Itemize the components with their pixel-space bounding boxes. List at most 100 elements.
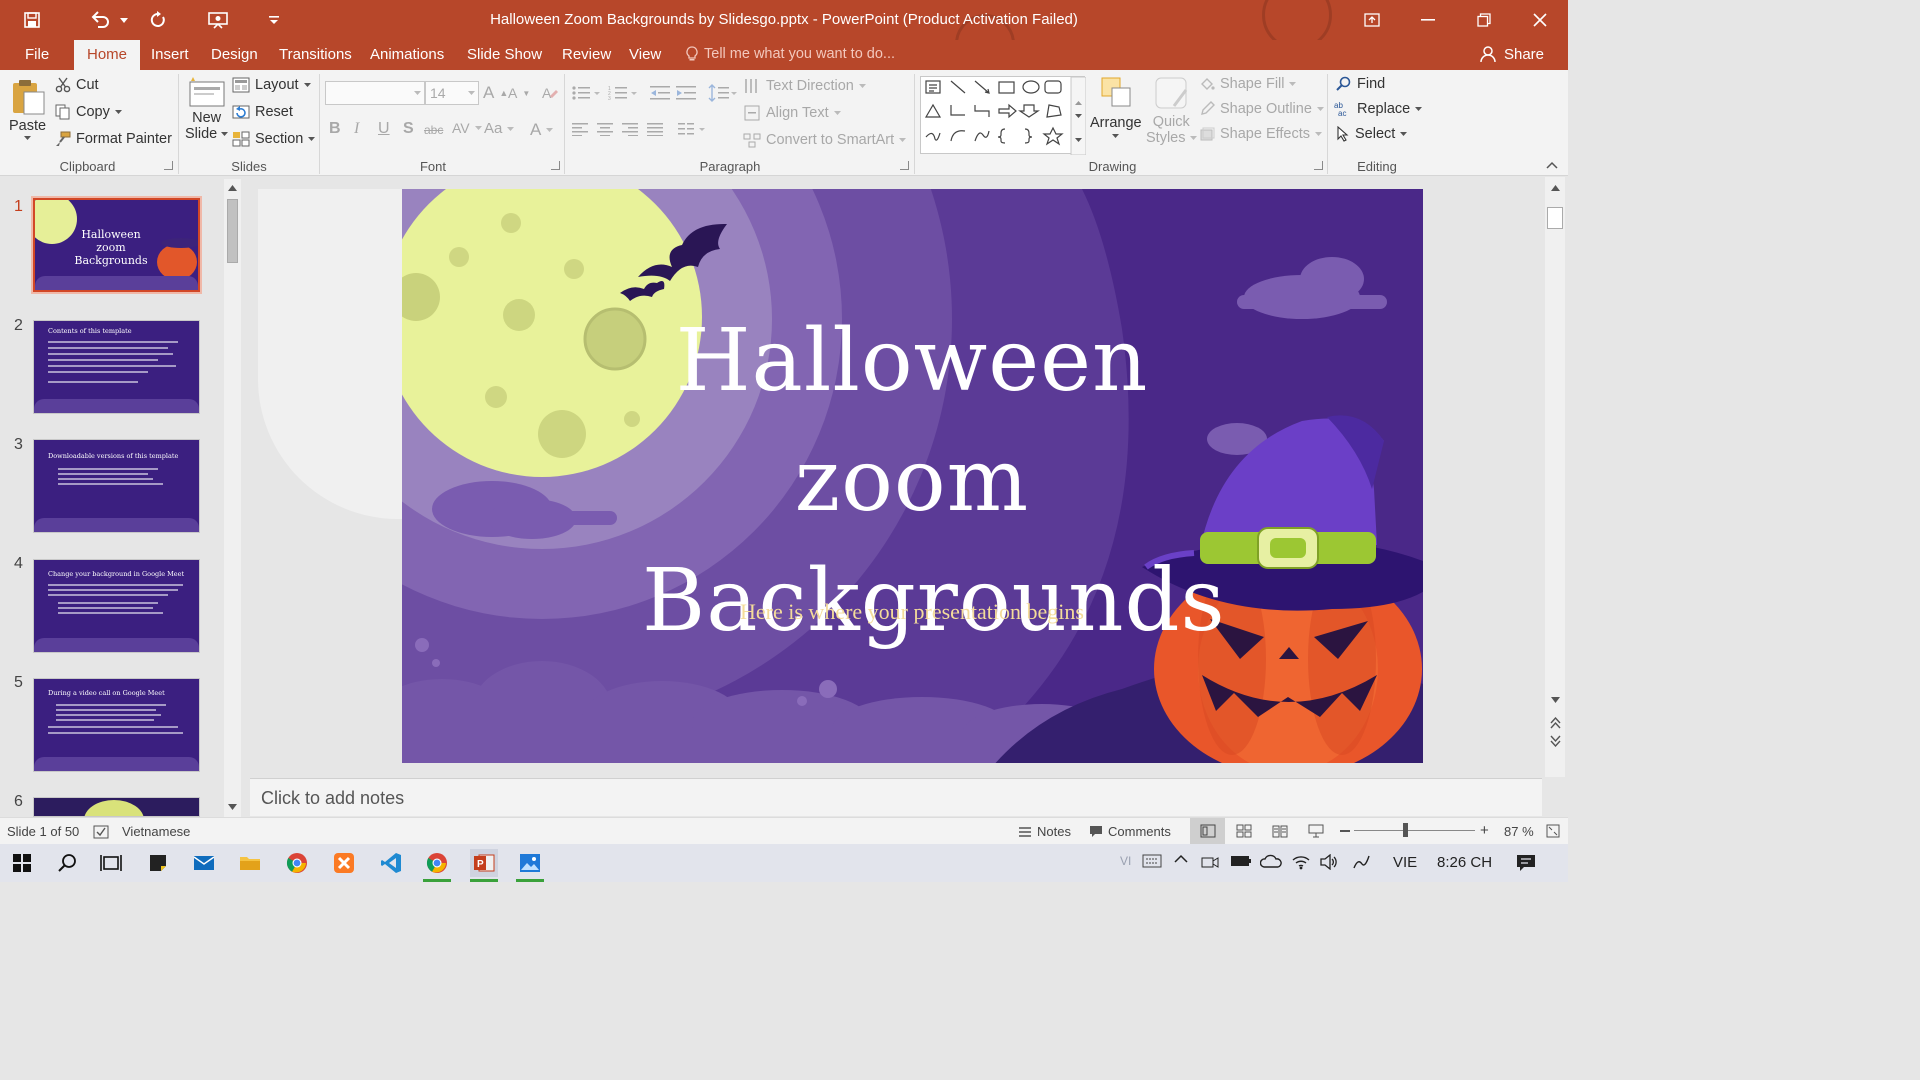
battery-icon[interactable] xyxy=(1230,854,1252,868)
thumbnail-slide-6[interactable] xyxy=(33,797,200,817)
sticky-notes-icon[interactable] xyxy=(144,849,172,877)
slide-counter[interactable]: Slide 1 of 50 xyxy=(7,824,79,839)
thumbnail-slide-2[interactable]: Contents of this template xyxy=(33,320,200,414)
notifications-icon[interactable] xyxy=(1516,854,1536,872)
mail-icon[interactable] xyxy=(190,849,218,877)
format-painter-button[interactable]: Format Painter xyxy=(55,131,172,147)
next-slide-icon[interactable] xyxy=(1550,735,1561,747)
tab-home[interactable]: Home xyxy=(74,40,141,70)
tell-me-box[interactable]: Tell me what you want to do... xyxy=(686,46,895,62)
increase-indent-icon[interactable] xyxy=(676,85,696,101)
xampp-icon[interactable] xyxy=(330,849,358,877)
shapes-gallery[interactable] xyxy=(920,76,1086,155)
justify-icon[interactable] xyxy=(647,122,663,136)
layout-button[interactable]: Layout xyxy=(232,77,311,93)
character-spacing-button[interactable]: AV xyxy=(452,120,482,136)
tab-review[interactable]: Review xyxy=(562,46,611,63)
columns-icon[interactable] xyxy=(678,122,706,136)
search-icon[interactable] xyxy=(53,849,81,877)
align-right-icon[interactable] xyxy=(622,122,638,136)
task-view-icon[interactable] xyxy=(97,849,125,877)
tab-transitions[interactable]: Transitions xyxy=(279,46,352,63)
drawing-launcher-icon[interactable] xyxy=(1314,161,1323,170)
reading-view-icon[interactable] xyxy=(1272,824,1288,838)
slide-scrollbar[interactable] xyxy=(1545,177,1565,777)
vscode-icon[interactable] xyxy=(377,849,405,877)
tab-insert[interactable]: Insert xyxy=(151,46,189,63)
notes-toggle-button[interactable]: Notes xyxy=(1018,824,1071,839)
font-name-combobox[interactable] xyxy=(325,81,425,105)
tab-file[interactable]: File xyxy=(25,46,49,63)
thumbnail-scrollbar[interactable] xyxy=(224,179,241,817)
notes-pane[interactable]: Click to add notes xyxy=(250,778,1542,816)
thumbnail-slide-4[interactable]: Change your background in Google Meet xyxy=(33,559,200,653)
ribbon-display-options-icon[interactable] xyxy=(1344,0,1400,40)
find-button[interactable]: Find xyxy=(1336,76,1385,92)
clock[interactable]: 8:26 CH xyxy=(1437,854,1492,871)
section-button[interactable]: Section xyxy=(232,131,316,147)
quick-styles-button[interactable]: Quick Styles xyxy=(1146,76,1197,146)
tab-view[interactable]: View xyxy=(629,46,661,63)
zoom-level[interactable]: 87 % xyxy=(1504,824,1534,839)
keyboard-icon[interactable] xyxy=(1142,854,1162,868)
align-center-icon[interactable] xyxy=(597,122,613,136)
pen-icon[interactable] xyxy=(1352,854,1372,870)
minimize-icon[interactable] xyxy=(1400,0,1456,40)
windows-start-icon[interactable] xyxy=(8,849,36,877)
new-slide-button[interactable]: New Slide xyxy=(185,76,229,142)
reset-button[interactable]: Reset xyxy=(232,104,293,120)
replace-button[interactable]: ab ac Replace xyxy=(1334,101,1423,117)
chrome-icon[interactable] xyxy=(283,849,311,877)
share-button[interactable]: Share xyxy=(1479,45,1544,63)
shape-outline-button[interactable]: Shape Outline xyxy=(1199,101,1324,117)
align-left-icon[interactable] xyxy=(572,122,588,136)
zoom-slider-thumb[interactable] xyxy=(1403,823,1408,837)
thumbnail-slide-3[interactable]: Downloadable versions of this template xyxy=(33,439,200,533)
powerpoint-icon[interactable]: P xyxy=(470,849,498,882)
strikethrough-button[interactable]: abc xyxy=(424,123,443,137)
zoom-out-icon[interactable] xyxy=(1340,830,1350,832)
paste-button[interactable]: Paste xyxy=(9,78,46,140)
shape-effects-button[interactable]: Shape Effects xyxy=(1199,126,1323,142)
volume-icon[interactable] xyxy=(1320,854,1338,870)
tab-design[interactable]: Design xyxy=(211,46,258,63)
thumbnail-slide-1[interactable]: Halloween zoom Backgrounds xyxy=(31,196,202,294)
zoom-in-icon[interactable]: + xyxy=(1480,823,1489,838)
cut-button[interactable]: Cut xyxy=(55,77,99,93)
tab-slide-show[interactable]: Slide Show xyxy=(467,46,542,63)
tab-animations[interactable]: Animations xyxy=(370,46,444,63)
italic-button[interactable]: I xyxy=(354,120,359,138)
onedrive-icon[interactable] xyxy=(1260,854,1282,868)
close-icon[interactable] xyxy=(1512,0,1568,40)
show-hidden-icons[interactable] xyxy=(1174,854,1188,864)
normal-view-button[interactable] xyxy=(1190,818,1225,844)
text-shadow-button[interactable]: S xyxy=(403,120,414,138)
language-indicator[interactable]: Vietnamese xyxy=(93,824,190,839)
thumbnail-slide-5[interactable]: During a video call on Google Meet xyxy=(33,678,200,772)
collapse-ribbon-icon[interactable] xyxy=(1546,161,1558,169)
paragraph-launcher-icon[interactable] xyxy=(900,161,909,170)
arrange-button[interactable]: Arrange xyxy=(1090,76,1142,138)
previous-slide-icon[interactable] xyxy=(1550,717,1561,729)
photos-icon[interactable] xyxy=(516,849,544,882)
scroll-up-icon[interactable] xyxy=(228,185,237,191)
chrome-profile-icon[interactable] xyxy=(423,849,451,882)
line-spacing-icon[interactable] xyxy=(708,84,738,102)
slide-sorter-icon[interactable] xyxy=(1236,824,1252,838)
file-explorer-icon[interactable] xyxy=(236,849,264,877)
wifi-icon[interactable] xyxy=(1292,854,1310,870)
text-direction-button[interactable]: Text Direction xyxy=(743,77,866,95)
font-color-button[interactable]: A xyxy=(530,120,554,140)
scroll-down-icon[interactable] xyxy=(1551,697,1560,703)
scroll-up-icon[interactable] xyxy=(1551,185,1560,191)
shape-fill-button[interactable]: Shape Fill xyxy=(1199,76,1297,92)
slide-subtitle[interactable]: Here is where your presentation begins xyxy=(642,599,1182,625)
fit-slide-icon[interactable] xyxy=(1546,824,1560,838)
numbering-button[interactable]: 123 xyxy=(608,85,638,101)
increase-font-size-button[interactable]: A ▲ xyxy=(483,83,508,103)
ime-indicator[interactable]: VI xyxy=(1120,854,1131,868)
font-size-combobox[interactable]: 14 xyxy=(425,81,479,105)
input-language[interactable]: VIE xyxy=(1393,854,1417,871)
comments-button[interactable]: Comments xyxy=(1089,824,1171,839)
clipboard-launcher-icon[interactable] xyxy=(164,161,173,170)
